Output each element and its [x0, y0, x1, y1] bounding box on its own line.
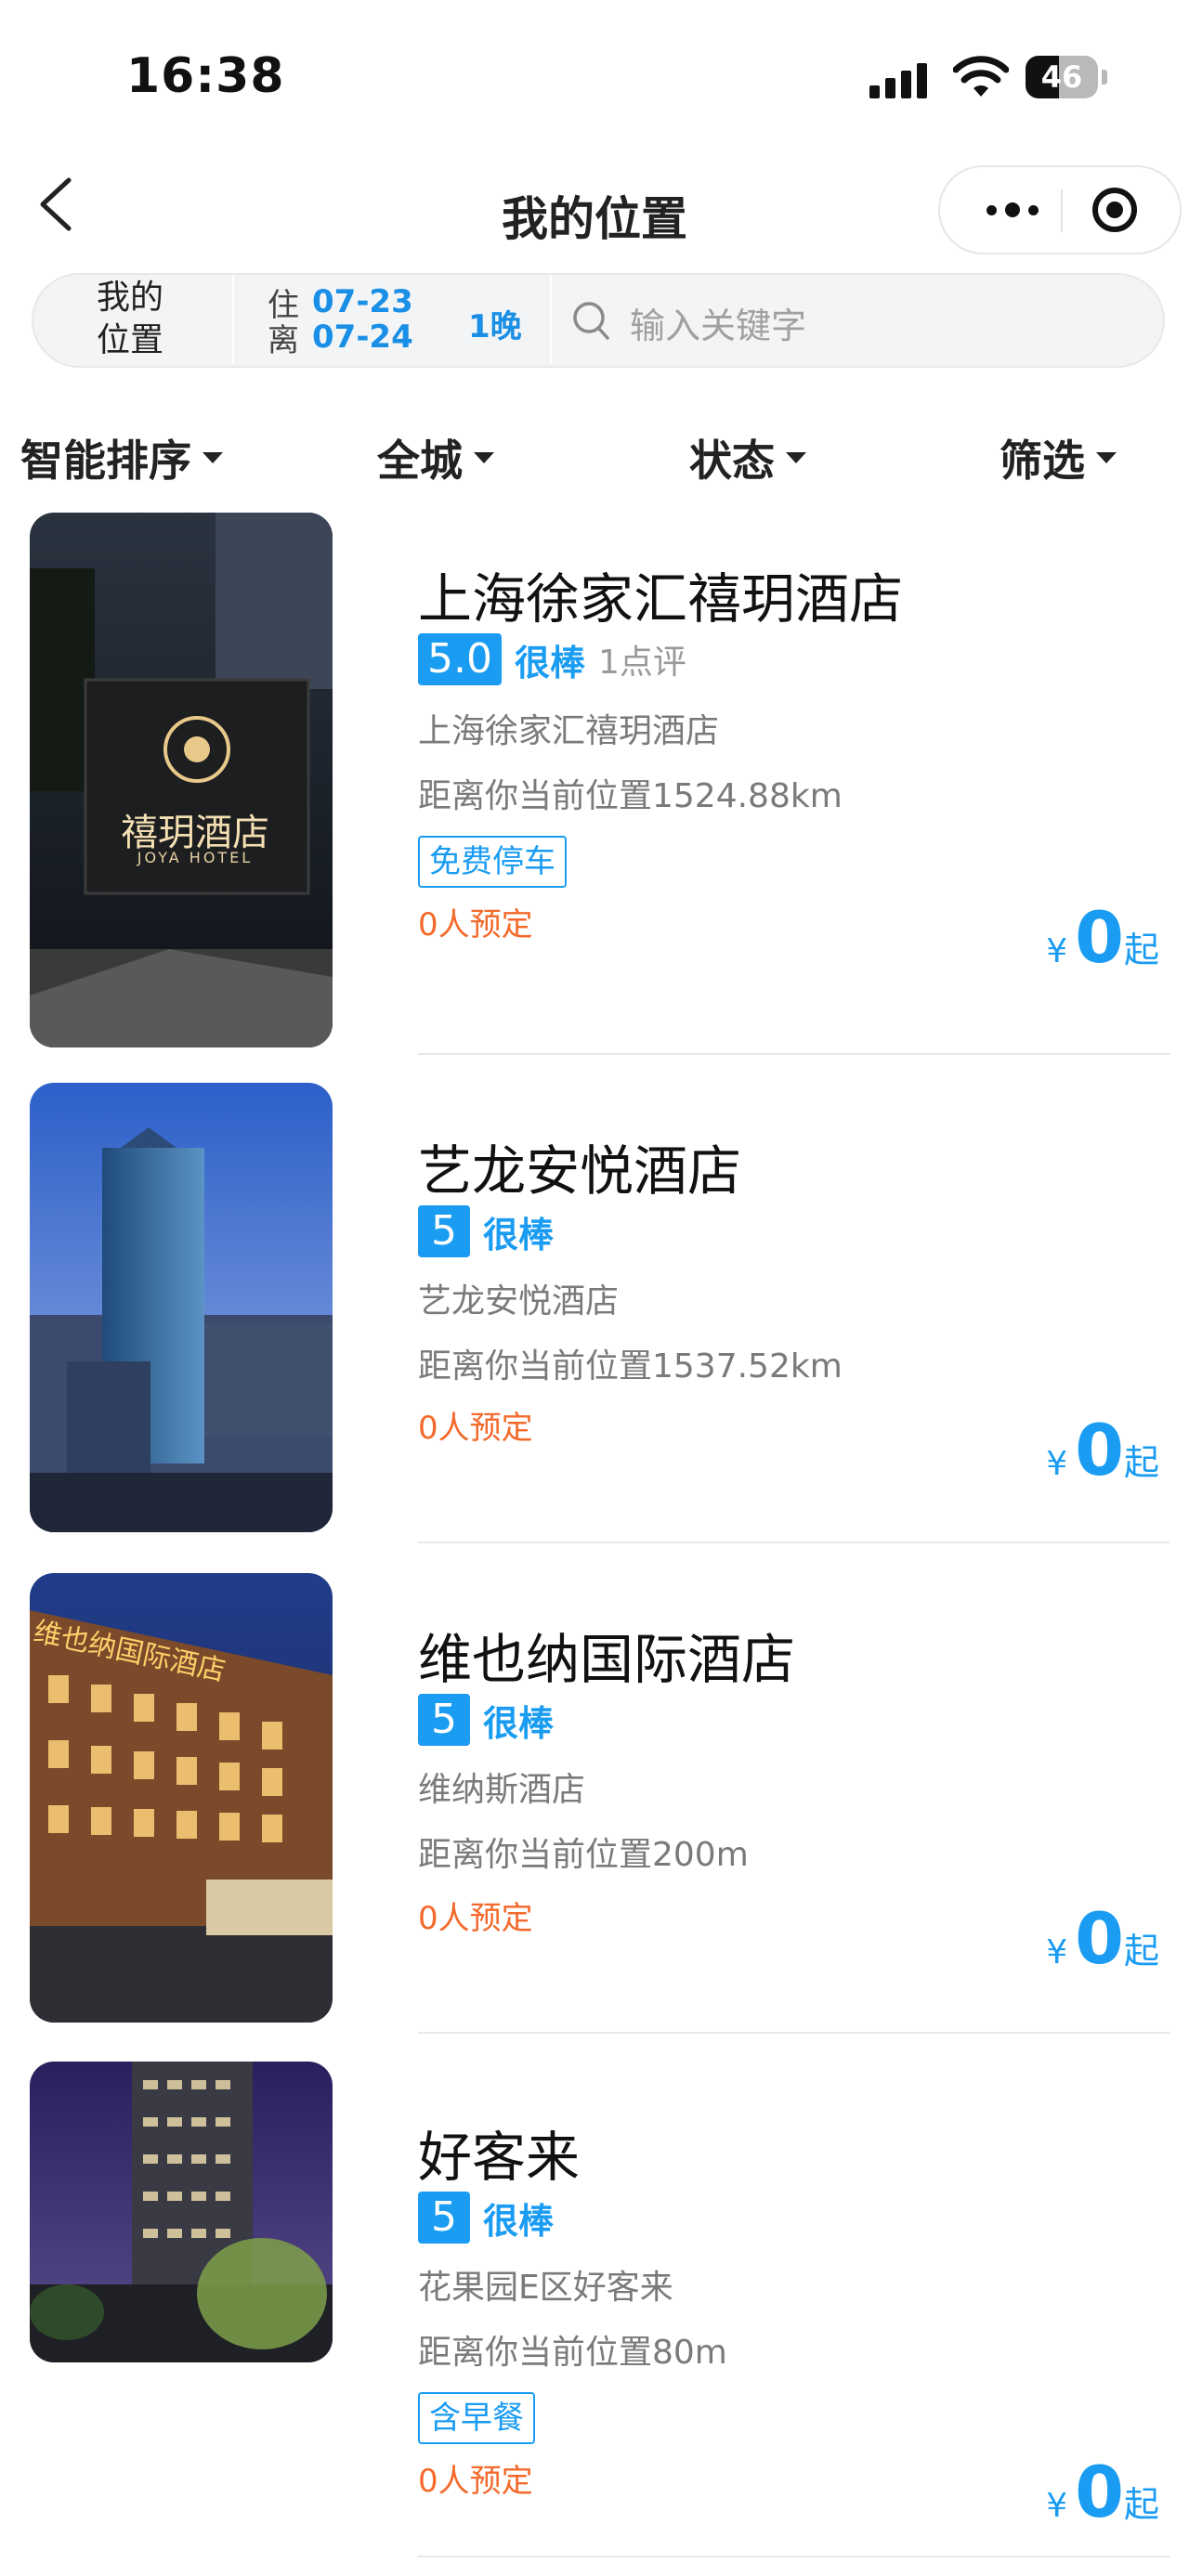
area-dropdown[interactable]: 全城	[377, 427, 494, 488]
search-icon	[573, 302, 609, 340]
hotel-name[interactable]: 上海徐家汇禧玥酒店	[418, 555, 903, 633]
price-suffix: 起	[1123, 2484, 1159, 2525]
hotel-sign-sub: JOYA HOTEL	[137, 849, 254, 866]
location-selector[interactable]: 我的位置	[84, 277, 176, 362]
score-badge: 5.0	[418, 633, 502, 685]
hotel-card[interactable]: 维也纳国际酒店 维也纳国际酒店 5 很棒 维纳斯酒店 距离你当前位置200m 0…	[0, 1573, 1189, 2037]
close-target-icon[interactable]	[1092, 188, 1137, 232]
hotel-address: 花果园E区好客来	[418, 2269, 673, 2307]
currency-symbol: ¥	[1046, 1445, 1068, 1483]
hotel-card[interactable]: 艺龙安悦酒店 5 很棒 艺龙安悦酒店 距离你当前位置1537.52km 0人预定…	[0, 1083, 1189, 1547]
booked-count: 0人预定	[418, 1410, 533, 1447]
price-value: 0	[1075, 896, 1124, 979]
cellular-signal-icon	[869, 61, 929, 98]
rating-word: 很棒	[483, 1214, 555, 1255]
more-dots-icon[interactable]	[966, 167, 1059, 253]
battery-icon: 46	[1026, 56, 1107, 98]
score-badge: 5	[418, 1205, 470, 1257]
price: ¥ 0 起	[1046, 903, 1159, 973]
hotel-name[interactable]: 艺龙安悦酒店	[418, 1127, 741, 1205]
status-label: 状态	[689, 436, 775, 486]
hotel-distance: 距离你当前位置1537.52km	[418, 1347, 843, 1386]
price-value: 0	[1075, 2451, 1124, 2533]
hotel-address: 艺龙安悦酒店	[418, 1282, 620, 1321]
date-selector[interactable]: 住 07-23 离 07-24	[268, 283, 413, 359]
feature-tag: 免费停车	[418, 836, 567, 888]
price: ¥ 0 起	[1046, 1415, 1159, 1486]
hotel-distance: 距离你当前位置80m	[418, 2334, 727, 2372]
nights-count: 1晚	[468, 308, 522, 345]
divider	[550, 275, 552, 364]
currency-symbol: ¥	[1046, 2487, 1068, 2525]
price-suffix: 起	[1123, 930, 1159, 970]
hotel-image: 禧玥酒店 JOYA HOTEL	[30, 513, 333, 1047]
hotel-address: 维纳斯酒店	[418, 1771, 586, 1809]
rating-word: 很棒	[514, 642, 585, 683]
price-suffix: 起	[1123, 1931, 1159, 1971]
checkout-label: 离	[268, 321, 299, 359]
hotel-image: 维也纳国际酒店	[30, 1573, 333, 2023]
booked-count: 0人预定	[418, 1900, 533, 1937]
review-count[interactable]: 1点评	[598, 635, 686, 683]
price-value: 0	[1075, 1897, 1124, 1980]
sort-dropdown[interactable]: 智能排序	[20, 427, 223, 488]
checkout-date: 07-24	[312, 319, 413, 356]
rating-word: 很棒	[483, 2200, 555, 2242]
booked-count: 0人预定	[418, 2463, 533, 2500]
divider	[232, 275, 234, 364]
price: ¥ 0 起	[1046, 1904, 1159, 1974]
divider	[418, 2032, 1170, 2034]
mini-program-capsule	[938, 165, 1182, 254]
score-badge: 5	[418, 2192, 470, 2244]
divider	[418, 1542, 1170, 1543]
price: ¥ 0 起	[1046, 2457, 1159, 2528]
wifi-icon	[953, 56, 1009, 97]
hotel-image	[30, 1083, 333, 1532]
divider	[418, 2556, 1170, 2557]
search-input[interactable]: 输入关键字	[630, 297, 806, 348]
filter-dropdown[interactable]: 筛选	[1000, 427, 1117, 488]
hotel-card[interactable]: 禧玥酒店 JOYA HOTEL 上海徐家汇禧玥酒店 5.0 很棒 1点评 上海徐…	[0, 509, 1189, 1051]
hotel-image	[30, 2062, 333, 2362]
rating-word: 很棒	[483, 1702, 555, 1744]
battery-level: 46	[1040, 59, 1083, 95]
status-time: 16:38	[126, 48, 285, 104]
hotel-name[interactable]: 维也纳国际酒店	[418, 1616, 795, 1694]
hotel-name[interactable]: 好客来	[418, 2114, 580, 2192]
hotel-distance: 距离你当前位置1524.88km	[418, 777, 843, 815]
area-label: 全城	[377, 436, 463, 486]
booked-count: 0人预定	[418, 906, 533, 943]
divider	[418, 1053, 1170, 1055]
feature-tag: 含早餐	[418, 2392, 535, 2444]
status-dropdown[interactable]: 状态	[689, 427, 806, 488]
hotel-address: 上海徐家汇禧玥酒店	[418, 712, 720, 750]
sort-label: 智能排序	[20, 436, 191, 486]
checkin-date: 07-23	[312, 283, 413, 320]
score-badge: 5	[418, 1694, 470, 1746]
hotel-distance: 距离你当前位置200m	[418, 1836, 749, 1874]
price-value: 0	[1075, 1409, 1124, 1491]
caret-down-icon	[786, 452, 806, 463]
caret-down-icon	[474, 452, 494, 463]
currency-symbol: ¥	[1046, 932, 1068, 970]
price-suffix: 起	[1123, 1442, 1159, 1483]
caret-down-icon	[1096, 452, 1117, 463]
filter-label: 筛选	[1000, 436, 1085, 486]
hotel-card[interactable]: 好客来 5 很棒 花果园E区好客来 距离你当前位置80m 含早餐 0人预定 ¥ …	[0, 2062, 1189, 2554]
currency-symbol: ¥	[1046, 1933, 1068, 1971]
caret-down-icon	[203, 452, 223, 463]
